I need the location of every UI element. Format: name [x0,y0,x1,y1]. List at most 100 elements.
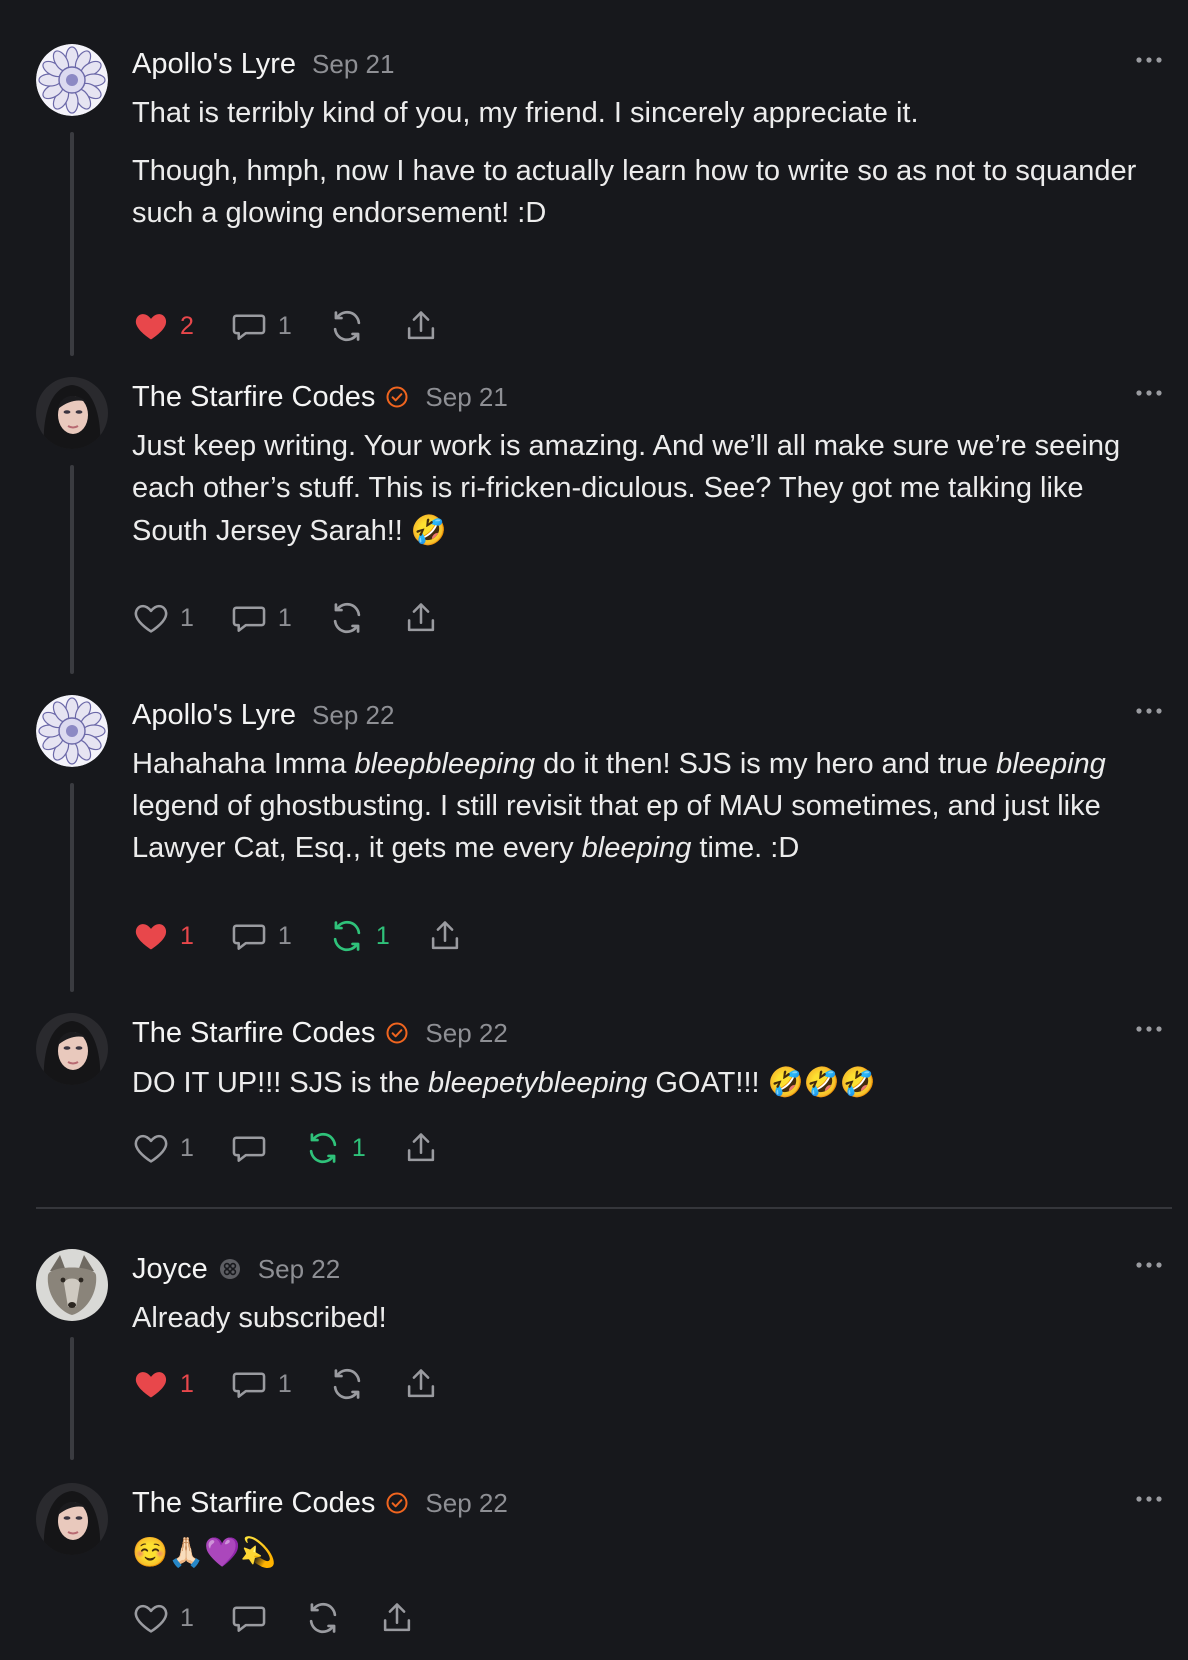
comment-date[interactable]: Sep 22 [258,1254,340,1285]
thread-connector [70,1337,74,1460]
restack-count: 1 [351,1133,366,1162]
author-name[interactable]: The Starfire Codes [132,1017,375,1050]
subscriber-icon [218,1257,242,1281]
emoji-text: 🤣 [410,513,447,547]
reply-button[interactable]: 1 [230,307,292,345]
avatar[interactable] [36,1483,108,1555]
comment-text: Already subscribed! [132,1302,387,1334]
comment-actions: 1 [132,1598,452,1638]
comment-text: DO IT UP!!! SJS is the [132,1067,428,1099]
comment-body: That is terribly kind of you, my friend.… [132,92,1166,234]
reply-button[interactable]: 1 [230,599,292,637]
author-name[interactable]: The Starfire Codes [132,1487,375,1520]
restack-button[interactable] [328,1365,366,1403]
comment-actions: 21 [132,306,476,346]
reply-button[interactable] [230,1129,268,1167]
like-button[interactable]: 1 [132,1129,194,1167]
comment-paragraph: Hahahaha Imma bleepbleeping do it then! … [132,743,1166,869]
more-options-icon[interactable] [1134,701,1164,721]
restack-icon [328,599,366,637]
avatar[interactable] [36,44,108,116]
comment-text: Hahahaha Imma [132,748,355,780]
like-count: 1 [180,1133,194,1162]
more-options-icon[interactable] [1134,1019,1164,1039]
author-name[interactable]: Apollo's Lyre [132,699,296,732]
comment-actions: 11 [132,1364,476,1404]
comment-paragraph: Already subscribed! [132,1297,1166,1339]
reply-icon [230,1599,268,1637]
comment-body: Already subscribed! [132,1297,1166,1339]
restack-icon [328,307,366,345]
like-button[interactable]: 2 [132,307,194,345]
author-name[interactable]: Joyce [132,1253,208,1286]
comment-header: The Starfire Codes Sep 21 [132,377,508,417]
share-button[interactable] [402,307,440,345]
comment-text: bleeping [996,748,1106,780]
like-button[interactable]: 1 [132,1365,194,1403]
verified-check-icon [385,1491,409,1515]
share-button[interactable] [402,1365,440,1403]
thread-connector [70,783,74,992]
restack-icon [304,1599,342,1637]
like-button[interactable]: 1 [132,1599,194,1637]
share-button[interactable] [402,1129,440,1167]
share-icon [378,1599,416,1637]
share-button[interactable] [378,1599,416,1637]
more-options-icon[interactable] [1134,383,1164,403]
restack-button[interactable] [304,1599,342,1637]
avatar[interactable] [36,377,108,449]
restack-icon [328,917,366,955]
share-icon [402,1365,440,1403]
restack-button[interactable] [328,599,366,637]
comment-header: Joyce Sep 22 [132,1249,340,1289]
more-options-icon[interactable] [1134,50,1164,70]
restack-button[interactable] [328,307,366,345]
share-icon [402,1129,440,1167]
like-button[interactable]: 1 [132,917,194,955]
comment-date[interactable]: Sep 22 [425,1018,507,1049]
reply-button[interactable] [230,1599,268,1637]
comment-body: ☺️🙏🏻💜💫 [132,1531,1166,1574]
reply-button[interactable]: 1 [230,1365,292,1403]
comment-header: Apollo's Lyre Sep 22 [132,695,394,735]
comment-body: DO IT UP!!! SJS is the bleepetybleeping … [132,1061,1166,1104]
comment-text: Just keep writing. Your work is amazing.… [132,430,1121,547]
comment-text: GOAT!!! [647,1067,768,1099]
reply-button[interactable]: 1 [230,917,292,955]
author-name[interactable]: Apollo's Lyre [132,48,296,81]
like-count: 2 [180,311,194,340]
share-button[interactable] [426,917,464,955]
comment-actions: 11 [132,1128,476,1168]
comment-actions: 11 [132,598,476,638]
comment-date[interactable]: Sep 22 [425,1488,507,1519]
comment-body: Hahahaha Imma bleepbleeping do it then! … [132,743,1166,869]
avatar[interactable] [36,1249,108,1321]
like-button[interactable]: 1 [132,599,194,637]
share-button[interactable] [402,599,440,637]
restack-button[interactable]: 1 [304,1129,366,1167]
like-icon [132,1365,170,1403]
share-icon [426,917,464,955]
restack-count: 1 [375,921,390,950]
avatar[interactable] [36,695,108,767]
reply-count: 1 [277,603,292,632]
like-count: 1 [180,921,194,950]
comment-date[interactable]: Sep 22 [312,700,394,731]
avatar[interactable] [36,1013,108,1085]
thread-connector [70,465,74,674]
comment-header: Apollo's Lyre Sep 21 [132,44,394,84]
comment-actions: 1 1 1 [132,916,500,956]
like-count: 1 [180,1369,194,1398]
thread-connector [70,132,74,356]
emoji-text: 🤣🤣🤣 [767,1065,876,1099]
restack-icon [328,1365,366,1403]
comment-date[interactable]: Sep 21 [425,382,507,413]
comment-date[interactable]: Sep 21 [312,49,394,80]
more-options-icon[interactable] [1134,1255,1164,1275]
emoji-text: ☺️🙏🏻💜💫 [132,1535,277,1569]
more-options-icon[interactable] [1134,1489,1164,1509]
reply-icon [230,1129,268,1167]
reply-icon [230,307,268,345]
restack-button[interactable]: 1 [328,917,390,955]
author-name[interactable]: The Starfire Codes [132,381,375,414]
